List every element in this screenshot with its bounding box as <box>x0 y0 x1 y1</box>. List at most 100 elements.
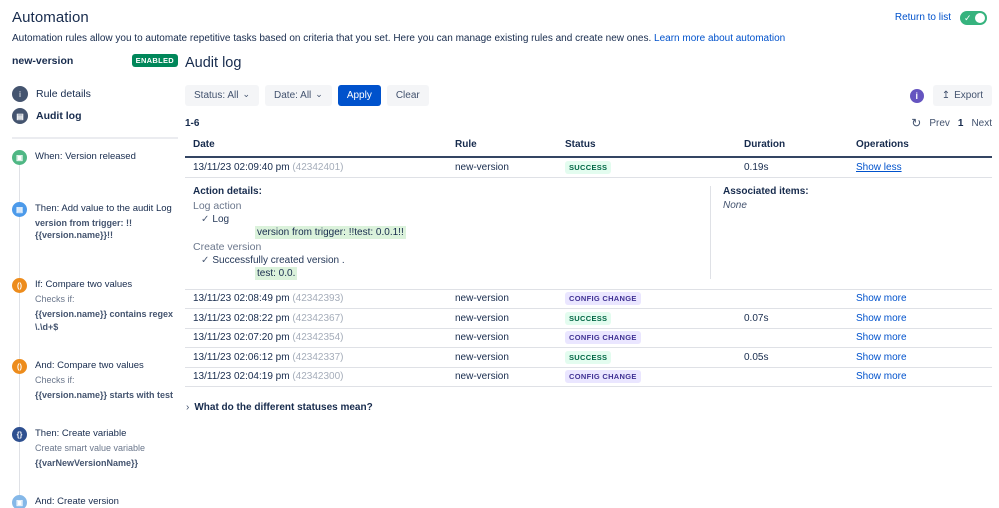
enabled-badge: ENABLED <box>131 54 178 67</box>
step-detail: Checks if: <box>35 294 75 305</box>
row-duration: 0.19s <box>744 161 769 173</box>
show-more-link[interactable]: Show more <box>856 332 907 343</box>
row-rule: new-version <box>455 312 509 324</box>
row-id: (42342300) <box>292 371 344 383</box>
return-to-list-link[interactable]: Return to list <box>895 12 951 23</box>
table-row: 13/11/23 02:08:22 pm (42342367) new-vers… <box>185 309 992 329</box>
rule-sidebar: new-version ENABLED i Rule details ▤ Aud… <box>12 52 178 508</box>
show-more-link[interactable]: Show more <box>856 293 907 304</box>
prev-page-button[interactable]: Prev <box>929 118 950 129</box>
chevron-down-icon: ⌄ <box>242 89 251 99</box>
step-create-version[interactable]: ▣ And: Create version {{varNewVersionNam… <box>12 495 178 508</box>
detail-line: Successfully created version . <box>212 254 345 266</box>
compare-icon: () <box>12 358 27 374</box>
sidebar-item-audit-log[interactable]: ▤ Audit log <box>12 105 178 127</box>
step-detail: version from trigger: !!{{version.name}}… <box>35 218 133 241</box>
date-filter-dropdown[interactable]: Date: All ⌄ <box>265 85 332 106</box>
rule-enabled-toggle[interactable]: ✓ <box>960 10 987 25</box>
current-page[interactable]: 1 <box>958 118 964 129</box>
export-icon: ↥ <box>941 90 951 101</box>
step-detail: {{varNewVersionName}} <box>35 458 139 469</box>
associated-items-label: Associated items: <box>723 185 809 197</box>
learn-more-link[interactable]: Learn more about automation <box>654 33 785 44</box>
status-filter-label: Status: All <box>194 90 239 101</box>
step-detail: Checks if: <box>35 374 75 385</box>
check-icon: ✓ <box>201 254 210 266</box>
row-rule: new-version <box>455 332 509 344</box>
rule-name: new-version <box>12 54 74 67</box>
associated-items-value: None <box>723 199 747 211</box>
row-rule: new-version <box>455 351 509 363</box>
column-header-operations: Operations <box>856 139 909 150</box>
chevron-right-icon: › <box>186 402 190 413</box>
step-title[interactable]: When: Version released <box>35 151 178 162</box>
statuses-question-text: What do the different statuses mean? <box>194 402 373 413</box>
row-date: 13/11/23 02:06:12 pm <box>193 351 290 363</box>
column-header-duration: Duration <box>744 139 786 150</box>
row-date: 13/11/23 02:07:20 pm <box>193 332 290 344</box>
row-date: 13/11/23 02:08:22 pm <box>193 312 290 324</box>
status-badge: CONFIG CHANGE <box>565 331 641 345</box>
variable-icon: {} <box>12 426 27 442</box>
column-header-status: Status <box>565 139 596 150</box>
compare-icon: () <box>12 278 27 294</box>
step-title[interactable]: And: Compare two values <box>35 360 178 371</box>
row-rule: new-version <box>455 161 509 173</box>
log-action-icon: ▤ <box>12 202 27 217</box>
step-create-variable[interactable]: {} Then: Create variable Create smart va… <box>12 426 178 469</box>
export-button[interactable]: ↥ Export <box>932 85 992 106</box>
row-id: (42342401) <box>292 161 344 173</box>
row-duration: 0.05s <box>744 351 769 363</box>
table-header: Date Rule Status Duration Operations <box>185 139 992 158</box>
table-row: 13/11/23 02:06:12 pm (42342337) new-vers… <box>185 348 992 368</box>
detail-line: Log <box>212 213 230 225</box>
nav-label: Rule details <box>36 88 91 100</box>
show-more-link[interactable]: Show more <box>856 352 907 363</box>
step-detail: Create smart value variable <box>35 442 146 453</box>
show-more-link[interactable]: Show more <box>856 371 907 382</box>
step-if-compare[interactable]: () If: Compare two values Checks if: {{v… <box>12 278 178 332</box>
toggle-knob <box>975 12 985 23</box>
page-header: Automation Return to list ✓ Automation r… <box>0 0 999 44</box>
section-heading: Audit log <box>185 55 242 71</box>
step-title[interactable]: If: Compare two values <box>35 279 178 290</box>
check-icon: ✓ <box>964 12 972 23</box>
step-title[interactable]: Then: Create variable <box>35 428 178 439</box>
version-released-icon: ▣ <box>12 150 27 165</box>
row-id: (42342393) <box>292 293 344 305</box>
row-date: 13/11/23 02:04:19 pm <box>193 371 290 383</box>
statuses-explainer-toggle[interactable]: › What do the different statuses mean? <box>185 402 992 413</box>
clear-button[interactable]: Clear <box>386 85 429 106</box>
status-filter-dropdown[interactable]: Status: All ⌄ <box>185 85 260 106</box>
column-header-date: Date <box>193 139 215 150</box>
chevron-down-icon: ⌄ <box>315 89 323 99</box>
step-and-compare[interactable]: () And: Compare two values Checks if: {{… <box>12 358 178 401</box>
apply-button[interactable]: Apply <box>337 85 381 106</box>
subtitle-text: Automation rules allow you to automate r… <box>12 33 652 44</box>
step-log-action[interactable]: ▤ Then: Add value to the audit Log versi… <box>12 202 178 241</box>
next-page-button[interactable]: Next <box>971 118 992 129</box>
step-title[interactable]: Then: Add value to the audit Log <box>35 203 178 214</box>
detail-highlight: test: 0.0. <box>255 266 298 280</box>
detail-section-heading: Create version <box>193 240 262 253</box>
status-badge: CONFIG CHANGE <box>565 292 641 306</box>
info-icon[interactable]: i <box>909 88 924 103</box>
sidebar-item-rule-details[interactable]: i Rule details <box>12 83 178 105</box>
status-badge: SUCCESS <box>565 350 612 364</box>
row-rule: new-version <box>455 371 509 383</box>
row-rule: new-version <box>455 293 509 305</box>
step-trigger[interactable]: ▣ When: Version released <box>12 150 178 165</box>
refresh-icon[interactable]: ↻ <box>911 116 921 130</box>
detail-highlight: version from trigger: !!test: 0.0.1!! <box>255 225 406 239</box>
detail-section-heading: Log action <box>193 199 242 212</box>
status-badge: SUCCESS <box>565 160 612 174</box>
log-entry-details: Action details: Log action ✓ Log version … <box>185 178 992 290</box>
create-version-icon: ▣ <box>12 495 27 508</box>
show-less-link[interactable]: Show less <box>856 162 902 173</box>
status-badge: SUCCESS <box>565 311 612 325</box>
nav-label: Audit log <box>36 110 82 122</box>
step-detail: {{version.name}} starts with test <box>35 389 174 400</box>
audit-log-table: Date Rule Status Duration Operations 13/… <box>185 139 992 387</box>
show-more-link[interactable]: Show more <box>856 313 907 324</box>
step-title[interactable]: And: Create version <box>35 496 178 507</box>
